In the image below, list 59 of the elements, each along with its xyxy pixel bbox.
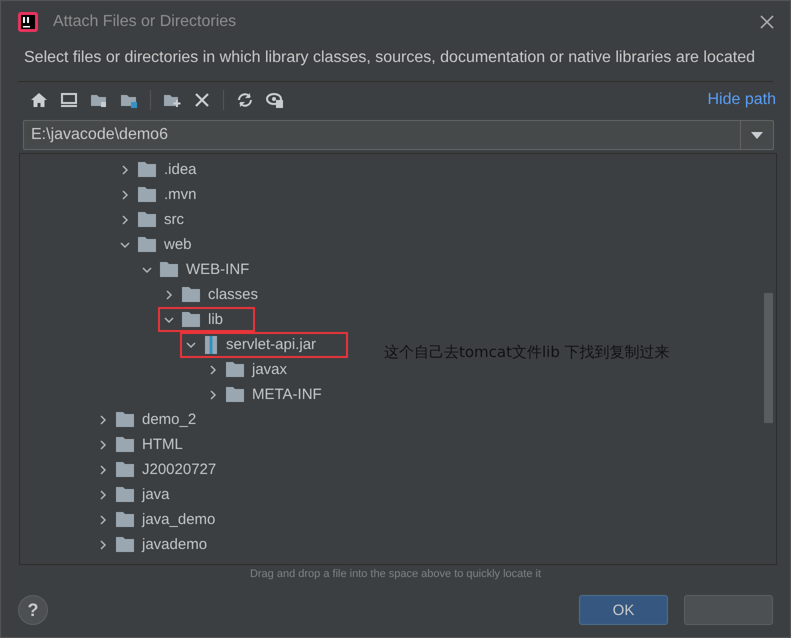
tree-item[interactable]: classes xyxy=(208,286,258,303)
dropdown-caret-icon[interactable] xyxy=(751,132,763,138)
tree-item[interactable]: javax xyxy=(252,361,288,378)
archive-icon xyxy=(204,336,218,354)
folder-icon xyxy=(116,537,134,552)
chevron-right-icon[interactable] xyxy=(164,290,174,300)
ok-button[interactable]: OK xyxy=(579,595,668,625)
chevron-right-icon[interactable] xyxy=(120,190,130,200)
help-button[interactable]: ? xyxy=(18,595,48,625)
tree-item[interactable]: java_demo xyxy=(142,511,216,528)
path-combobox[interactable]: E:\javacode\demo6 xyxy=(23,120,774,150)
folder-icon xyxy=(138,162,156,177)
tree-item[interactable]: J20020727 xyxy=(142,461,216,478)
folder-icon xyxy=(138,187,156,202)
folder-icon xyxy=(116,437,134,452)
chevron-right-icon[interactable] xyxy=(208,390,218,400)
chevron-down-icon[interactable] xyxy=(164,314,174,324)
tree-item[interactable]: demo_2 xyxy=(142,411,196,428)
tree-item[interactable]: src xyxy=(164,211,184,228)
chevron-right-icon[interactable] xyxy=(98,440,108,450)
folder-icon xyxy=(138,237,156,252)
folder-icon xyxy=(226,362,244,377)
folder-icon xyxy=(116,487,134,502)
folder-icon xyxy=(226,387,244,402)
folder-icon xyxy=(116,412,134,427)
folder-icon xyxy=(160,262,178,277)
folder-icon xyxy=(182,287,200,302)
tree-item[interactable]: lib xyxy=(208,311,224,328)
description-text: Select files or directories in which library classes, sources, documentation or native libraries are located xyxy=(23,48,756,68)
chevron-down-icon[interactable] xyxy=(120,240,130,250)
tree-item[interactable]: web xyxy=(164,236,192,253)
scrollbar[interactable] xyxy=(764,293,773,423)
close-icon[interactable] xyxy=(760,15,774,29)
hide-path-link[interactable]: Hide path xyxy=(708,91,776,109)
folder-icon xyxy=(138,212,156,227)
chevron-down-icon[interactable] xyxy=(186,340,196,350)
chevron-right-icon[interactable] xyxy=(98,514,108,524)
tree-item[interactable]: META-INF xyxy=(252,386,322,403)
tree-item[interactable]: servlet-api.jar xyxy=(226,336,316,353)
tree-item[interactable]: java xyxy=(142,486,170,503)
chevron-right-icon[interactable] xyxy=(120,164,130,174)
tree-item[interactable]: .idea xyxy=(164,161,197,178)
drop-hint: Drag and drop a file into the space above to quickly locate it xyxy=(248,567,542,580)
chevron-right-icon[interactable] xyxy=(98,464,108,474)
chevron-right-icon[interactable] xyxy=(208,364,218,374)
chevron-right-icon[interactable] xyxy=(98,540,108,550)
tree-item[interactable]: WEB-INF xyxy=(186,261,250,278)
chevron-right-icon[interactable] xyxy=(98,490,108,500)
window-title: Attach Files or Directories xyxy=(53,13,238,31)
chevron-right-icon[interactable] xyxy=(98,414,108,424)
tree-item[interactable]: javademo xyxy=(142,536,208,553)
folder-icon xyxy=(116,462,134,477)
folder-icon xyxy=(182,312,200,327)
tree-item[interactable]: .mvn xyxy=(164,186,197,203)
chevron-right-icon[interactable] xyxy=(120,214,130,224)
tree-item[interactable]: HTML xyxy=(142,436,183,453)
folder-icon xyxy=(116,512,134,527)
app-logo-icon xyxy=(18,12,38,32)
chevron-down-icon[interactable] xyxy=(142,264,152,274)
